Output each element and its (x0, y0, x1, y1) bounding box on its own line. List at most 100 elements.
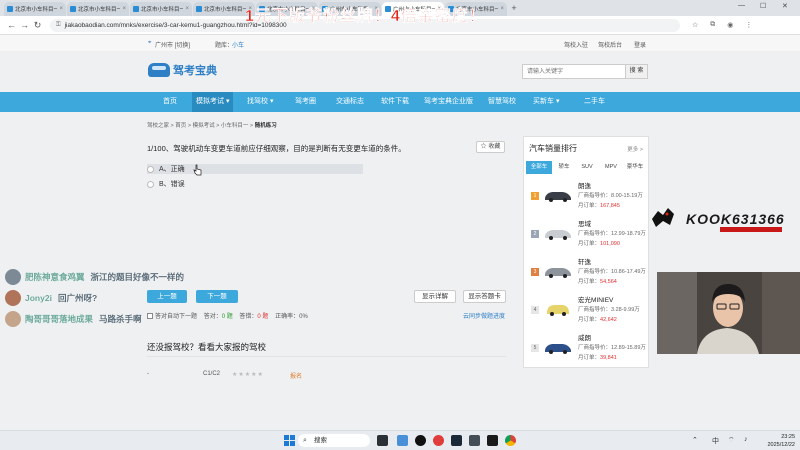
nav-traffic-signs[interactable]: 交通标志 (332, 92, 368, 112)
browser-tab[interactable]: 北京市小车科目一考× (130, 2, 192, 16)
ime-language[interactable]: 中 (712, 436, 719, 446)
file-explorer-icon[interactable] (397, 435, 408, 446)
task-view-icon[interactable] (377, 435, 388, 446)
car-thumbnail-icon (545, 230, 571, 240)
app-icon[interactable] (487, 435, 498, 446)
favicon-icon (196, 6, 202, 12)
minimize-icon[interactable]: — (738, 2, 745, 9)
license-value[interactable]: 小车 (232, 40, 244, 49)
nav-circle[interactable]: 驾考圈 (291, 92, 320, 112)
school-backend-link[interactable]: 驾校后台 (598, 40, 622, 49)
steam-icon[interactable] (451, 435, 462, 446)
prev-question-button[interactable]: 上一题 (147, 290, 187, 303)
show-detail-button[interactable]: 显示详解 (414, 290, 456, 303)
ranking-item[interactable]: 2 思域 厂商指导价：12.99-18.79万 月订单：101,090 (529, 217, 646, 253)
collect-button[interactable]: ☆ 收藏 (476, 141, 505, 153)
network-icon[interactable]: ⌔ (728, 436, 735, 445)
login-link[interactable]: 登录 (634, 40, 646, 49)
breadcrumb: 驾校之家 > 首页 > 模拟考试 > 小车科目一 > 随机练习 (147, 123, 277, 129)
license-label: 题库： (215, 43, 234, 49)
ranking-tab-all[interactable]: 全部车 (526, 161, 552, 174)
schools-heading: 还没报驾校？看看大家报的驾校 (147, 342, 267, 352)
ranking-item[interactable]: 4 宏光MINIEV 厂商指导价：3.28-9.99万 月订单：42,642 (529, 293, 644, 329)
next-question-button[interactable]: 下一题 (196, 290, 238, 303)
car-price: 厂商指导价：12.99-18.79万 (578, 229, 646, 237)
option-b[interactable]: B、错误 (147, 179, 363, 189)
logo-text: 驾考宝典 (173, 65, 217, 77)
star-icon[interactable]: ☆ (692, 21, 698, 29)
ranking-item[interactable]: 5 威朗 厂商指导价：12.89-15.89万 月订单：39,841 (529, 331, 646, 367)
location-switch[interactable]: 广州市 [切换] (155, 40, 190, 49)
windows-start-icon[interactable] (284, 435, 295, 446)
close-icon[interactable]: × (185, 6, 189, 12)
close-icon[interactable]: × (59, 6, 63, 12)
car-sales-label: 月订单： (578, 241, 601, 247)
breadcrumb-item[interactable]: 驾校之家 (147, 123, 169, 129)
chat-text: 回广州呀? (57, 293, 98, 303)
browser-tab[interactable]: 北京市小车科目一考× (4, 2, 66, 16)
sales-ranking-panel: 汽车销量排行 更多 > 全部车 轿车 SUV MPV 豪华车 1 朗逸 厂商指导… (523, 136, 649, 368)
sync-progress-link[interactable]: 云同步做题进度 (463, 311, 505, 320)
site-search-input[interactable] (522, 64, 626, 79)
site-logo[interactable]: 驾考宝典 (148, 62, 217, 78)
favicon-icon (70, 6, 76, 12)
nav-smart-school[interactable]: 智慧驾校 (484, 92, 520, 112)
ranking-title: 汽车销量排行 (529, 144, 577, 153)
extensions-icon[interactable]: ⧉ (710, 21, 715, 29)
car-price: 厂商指导价：10.86-17.49万 (578, 267, 646, 275)
ranking-tab-mpv[interactable]: MPV (598, 161, 624, 174)
ranking-item[interactable]: 3 轩逸 厂商指导价：10.86-17.49万 月订单：54,564 (529, 255, 646, 291)
nav-enterprise[interactable]: 驾考宝典企业版 (420, 92, 477, 112)
ranking-tab-luxury[interactable]: 豪华车 (622, 161, 648, 174)
school-join-link[interactable]: 驾校入驻 (564, 40, 588, 49)
nav-download[interactable]: 软件下载 (377, 92, 413, 112)
car-sales-value: 54,564 (600, 279, 617, 285)
forward-icon[interactable]: → (18, 20, 31, 30)
favicon-icon (7, 6, 13, 12)
volume-icon[interactable]: ♪ (744, 436, 748, 443)
app-icon[interactable] (433, 435, 444, 446)
new-tab-icon[interactable]: + (508, 2, 520, 16)
site-search-button[interactable]: 搜 索 (626, 64, 648, 79)
close-window-icon[interactable]: ✕ (782, 2, 788, 10)
app-icon[interactable] (469, 435, 480, 446)
profile-icon[interactable]: ◉ (727, 21, 733, 29)
car-price: 厂商指导价：8.00-15.19万 (578, 191, 643, 199)
car-sales: 月订单：101,090 (578, 239, 620, 247)
nav-home[interactable]: 首页 (159, 92, 181, 112)
maximize-icon[interactable]: ☐ (760, 2, 766, 10)
system-clock[interactable]: 23:25 2025/12/22 (763, 433, 795, 449)
car-price: 厂商指导价：12.89-15.89万 (578, 343, 646, 351)
option-a[interactable]: A、正确 (147, 164, 363, 174)
rank-number: 1 (531, 192, 539, 200)
breadcrumb-item[interactable]: 模拟考试 (193, 123, 215, 129)
ranking-more-link[interactable]: 更多 > (627, 145, 643, 153)
ranking-item[interactable]: 1 朗逸 厂商指导价：8.00-15.19万 月订单：167,845 (529, 179, 644, 215)
tray-chevron-icon[interactable]: ⌃ (692, 436, 698, 444)
car-thumbnail-icon (545, 344, 571, 354)
nav-new-car[interactable]: 买新车 ▾ (529, 92, 563, 112)
school-license-type: C1/C2 (203, 371, 221, 377)
chrome-icon[interactable] (505, 435, 516, 446)
nav-find-school[interactable]: 找驾校 ▾ (243, 92, 277, 112)
menu-icon[interactable]: ⋮ (745, 21, 752, 29)
school-name[interactable]: - (147, 371, 149, 377)
taskbar-search[interactable]: ⌕ 搜索 (298, 434, 370, 447)
ranking-tab-suv[interactable]: SUV (574, 161, 600, 174)
close-icon[interactable]: × (500, 6, 504, 12)
nav-mock-exam[interactable]: 模拟考试 ▾ (192, 92, 234, 112)
reload-icon[interactable]: ↻ (31, 20, 44, 31)
close-icon[interactable]: × (122, 6, 126, 12)
back-icon[interactable]: ← (5, 20, 18, 30)
breadcrumb-item[interactable]: 首页 (175, 123, 186, 129)
woc-logo-icon (652, 208, 674, 227)
school-signup-link[interactable]: 报名 (290, 371, 302, 380)
auto-next-checkbox[interactable] (147, 313, 153, 320)
avatar (5, 269, 21, 285)
answer-sheet-button[interactable]: 显示答题卡 (463, 290, 506, 303)
taskbar: ⌕ 搜索 ⌃ 中 ⌔ ♪ 23:25 2025/12/22 (0, 430, 800, 450)
breadcrumb-item[interactable]: 小车科目一 (221, 123, 249, 129)
app-icon[interactable] (415, 435, 426, 446)
browser-tab[interactable]: 北京市小车科目一考× (67, 2, 129, 16)
nav-used-car[interactable]: 二手车 (580, 92, 609, 112)
